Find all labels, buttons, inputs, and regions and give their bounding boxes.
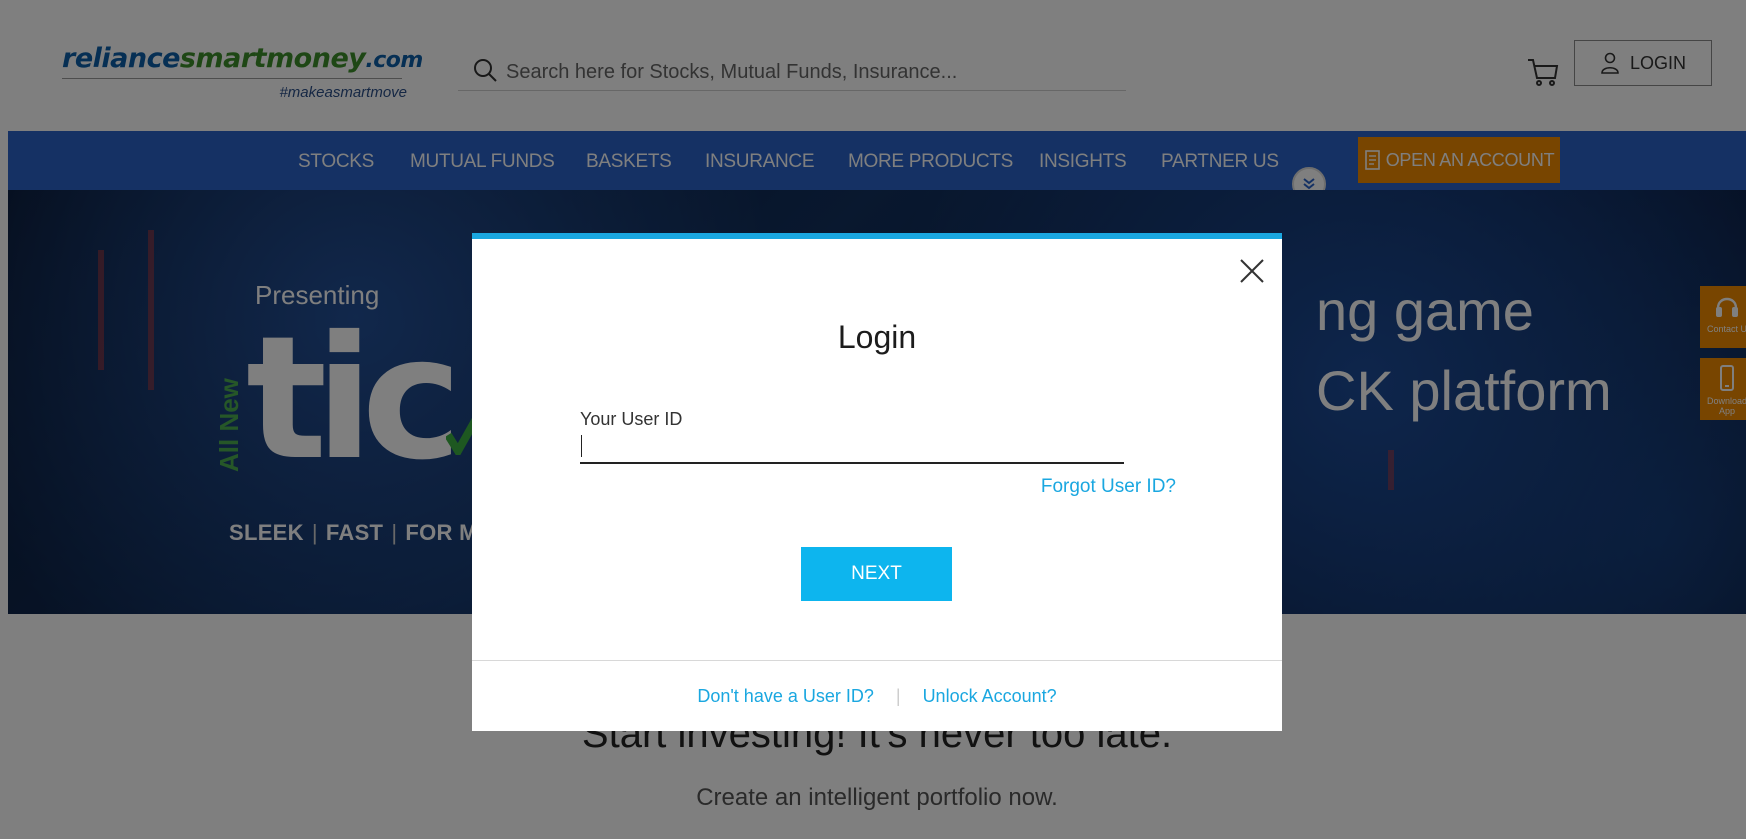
- footer-separator: |: [895, 686, 901, 706]
- no-user-id-link[interactable]: Don't have a User ID?: [697, 686, 874, 707]
- next-button[interactable]: NEXT: [801, 547, 952, 601]
- modal-backdrop[interactable]: Login Your User ID Forgot User ID? NEXT …: [0, 0, 1746, 839]
- forgot-user-id-link[interactable]: Forgot User ID?: [1041, 476, 1176, 498]
- user-id-input[interactable]: [580, 432, 1124, 464]
- close-icon[interactable]: [1238, 257, 1266, 285]
- unlock-account-link[interactable]: Unlock Account?: [923, 686, 1057, 707]
- modal-divider: [472, 660, 1282, 661]
- modal-title: Login: [837, 319, 917, 355]
- user-id-label: Your User ID: [580, 409, 683, 429]
- login-modal: Login Your User ID Forgot User ID? NEXT …: [472, 233, 1282, 731]
- text-cursor: [581, 435, 582, 457]
- modal-footer: Don't have a User ID? | Unlock Account?: [472, 686, 1282, 707]
